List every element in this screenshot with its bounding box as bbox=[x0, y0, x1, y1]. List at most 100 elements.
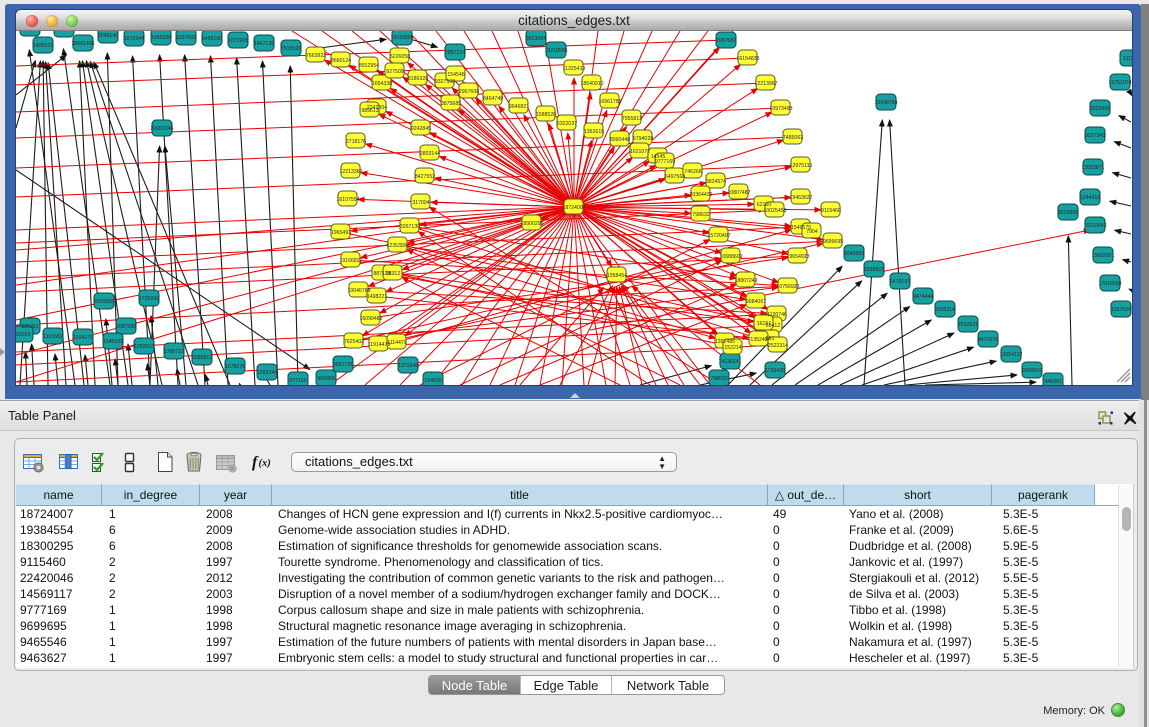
svg-text:746266: 746266 bbox=[684, 169, 701, 175]
svg-text:9699695: 9699695 bbox=[823, 239, 843, 245]
svg-text:15720407: 15720407 bbox=[707, 233, 730, 239]
svg-text:8215955: 8215955 bbox=[1058, 210, 1078, 216]
svg-text:1294275: 1294275 bbox=[73, 335, 93, 341]
svg-text:12353594: 12353594 bbox=[386, 243, 409, 249]
svg-text:6497568: 6497568 bbox=[665, 174, 685, 180]
svg-text:8427552: 8427552 bbox=[415, 174, 435, 180]
svg-text:19218596: 19218596 bbox=[544, 48, 567, 54]
svg-text:8471676: 8471676 bbox=[978, 337, 998, 343]
svg-text:1114479: 1114479 bbox=[387, 340, 407, 346]
svg-text:6479197: 6479197 bbox=[890, 279, 910, 285]
svg-text:16099489: 16099489 bbox=[359, 316, 382, 322]
svg-text:535061: 535061 bbox=[21, 324, 38, 330]
svg-text:10654112: 10654112 bbox=[1000, 352, 1023, 358]
svg-text:12093871: 12093871 bbox=[1081, 165, 1104, 171]
svg-text:18807249: 18807249 bbox=[734, 278, 757, 284]
svg-text:1362615: 1362615 bbox=[584, 129, 604, 135]
svg-text:1292344: 1292344 bbox=[257, 370, 277, 376]
svg-text:19463627: 19463627 bbox=[789, 195, 812, 201]
svg-text:1115682: 1115682 bbox=[43, 334, 63, 340]
svg-text:11325419: 11325419 bbox=[563, 66, 586, 72]
svg-text:18640910: 18640910 bbox=[580, 81, 603, 87]
svg-text:7485063: 7485063 bbox=[783, 135, 803, 141]
svg-text:152214: 152214 bbox=[724, 345, 741, 351]
svg-text:7955812: 7955812 bbox=[622, 116, 642, 122]
svg-text:15692971: 15692971 bbox=[1091, 253, 1114, 259]
svg-text:1733426: 1733426 bbox=[765, 368, 785, 374]
svg-text:317004: 317004 bbox=[412, 200, 429, 206]
svg-text:9329966: 9329966 bbox=[1090, 106, 1110, 112]
svg-text:7663822: 7663822 bbox=[306, 53, 326, 59]
svg-text:969969: 969969 bbox=[317, 376, 334, 382]
svg-text:154546: 154546 bbox=[447, 72, 464, 78]
svg-text:977169: 977169 bbox=[289, 378, 306, 384]
svg-text:1120746: 1120746 bbox=[767, 312, 787, 318]
svg-text:16210643: 16210643 bbox=[1083, 223, 1106, 229]
svg-text:2087682: 2087682 bbox=[716, 38, 736, 44]
svg-text:19654923: 19654923 bbox=[786, 254, 809, 260]
svg-text:9084067: 9084067 bbox=[746, 299, 766, 305]
svg-text:1371648: 1371648 bbox=[398, 363, 418, 369]
svg-text:9646821: 9646821 bbox=[509, 104, 529, 110]
svg-text:19166827: 19166827 bbox=[339, 258, 362, 264]
svg-text:16107554: 16107554 bbox=[336, 197, 359, 203]
svg-text:10973493: 10973493 bbox=[769, 106, 792, 112]
svg-text:1498221: 1498221 bbox=[367, 294, 387, 300]
svg-text:1244415: 1244415 bbox=[1080, 195, 1100, 201]
svg-text:9657791: 9657791 bbox=[333, 362, 353, 368]
svg-text:10025458: 10025458 bbox=[763, 208, 786, 214]
svg-text:2099140: 2099140 bbox=[98, 33, 118, 39]
svg-text:7857224: 7857224 bbox=[445, 50, 465, 56]
svg-text:14136141: 14136141 bbox=[718, 359, 741, 365]
svg-text:8912954: 8912954 bbox=[359, 63, 379, 69]
svg-text:1678275: 1678275 bbox=[225, 364, 245, 370]
svg-text:20364436: 20364436 bbox=[689, 192, 712, 198]
svg-text:1527602: 1527602 bbox=[176, 35, 196, 41]
svg-text:2020655: 2020655 bbox=[94, 299, 114, 305]
svg-text:11125: 11125 bbox=[1123, 56, 1132, 62]
svg-text:16033809: 16033809 bbox=[390, 35, 413, 41]
svg-text:946362: 946362 bbox=[1044, 379, 1061, 385]
svg-text:1640953: 1640953 bbox=[844, 251, 864, 257]
svg-text:989612: 989612 bbox=[361, 108, 378, 114]
svg-text:8813054: 8813054 bbox=[526, 36, 546, 42]
svg-text:5938923: 5938923 bbox=[864, 267, 884, 273]
svg-text:1071915: 1071915 bbox=[228, 38, 248, 44]
svg-text:6794028: 6794028 bbox=[633, 136, 653, 142]
svg-text:8660124: 8660124 bbox=[331, 58, 351, 64]
svg-text:2718176: 2718176 bbox=[346, 139, 366, 145]
svg-text:2803144: 2803144 bbox=[420, 151, 440, 157]
svg-text:9115460: 9115460 bbox=[821, 208, 841, 214]
svg-text:5226058: 5226058 bbox=[390, 54, 410, 60]
svg-text:10688609: 10688609 bbox=[719, 254, 742, 260]
svg-text:18900295: 18900295 bbox=[520, 221, 543, 227]
svg-text:15751074: 15751074 bbox=[1108, 80, 1131, 86]
svg-text:3824574: 3824574 bbox=[706, 179, 726, 185]
svg-text:1065528: 1065528 bbox=[151, 35, 171, 41]
svg-text:9327508: 9327508 bbox=[435, 79, 455, 85]
svg-text:8454749: 8454749 bbox=[483, 96, 503, 102]
svg-text:927509: 927509 bbox=[386, 69, 403, 75]
svg-text:6466160: 6466160 bbox=[202, 36, 222, 42]
svg-text:9242845: 9242845 bbox=[411, 126, 431, 132]
svg-text:16961758: 16961758 bbox=[598, 99, 621, 105]
svg-text:1654338: 1654338 bbox=[372, 81, 392, 87]
svg-text:6322037: 6322037 bbox=[557, 121, 577, 127]
svg-text:7904: 7904 bbox=[806, 229, 818, 235]
svg-text:(x): (x) bbox=[259, 458, 271, 469]
svg-text:12975115: 12975115 bbox=[790, 163, 813, 169]
svg-text:16154838: 16154838 bbox=[736, 56, 759, 62]
svg-text:98312: 98312 bbox=[386, 271, 401, 277]
svg-text:1467135: 1467135 bbox=[254, 41, 274, 47]
svg-text:1250513: 1250513 bbox=[134, 344, 154, 350]
svg-text:9474444: 9474444 bbox=[913, 294, 933, 300]
svg-text:798632: 798632 bbox=[692, 212, 709, 218]
svg-text:39159: 39159 bbox=[16, 332, 30, 338]
svg-text:18724007: 18724007 bbox=[562, 205, 585, 211]
svg-text:7515526: 7515526 bbox=[281, 46, 301, 52]
svg-text:2935114: 2935114 bbox=[935, 307, 955, 313]
svg-text:1588520: 1588520 bbox=[536, 112, 556, 118]
svg-text:20053346: 20053346 bbox=[150, 126, 173, 132]
svg-text:1795722: 1795722 bbox=[164, 349, 184, 355]
svg-text:9245652: 9245652 bbox=[1022, 368, 1042, 374]
